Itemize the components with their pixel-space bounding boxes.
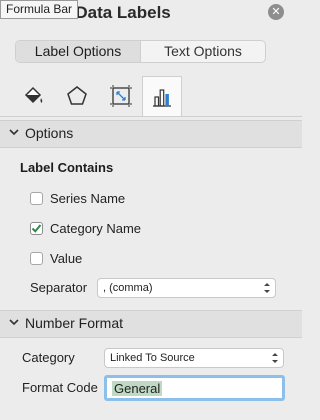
separator-value: , (comma) (103, 282, 153, 294)
checkbox-box-checked (30, 221, 43, 235)
format-code-value: General (112, 381, 163, 396)
series-name-checkbox[interactable]: Series Name (30, 189, 125, 207)
options-section-title: Options (25, 125, 74, 141)
label-options-tab[interactable]: Label Options (16, 41, 141, 62)
separator-select[interactable]: , (comma) (97, 278, 276, 298)
chevron-down-icon (9, 129, 19, 136)
category-label: Category (22, 350, 75, 365)
category-value: Linked To Source (110, 352, 195, 364)
size-properties-icon (110, 85, 132, 107)
label-contains-heading: Label Contains (20, 160, 114, 175)
tab-divider (0, 116, 302, 117)
size-properties-tab[interactable] (102, 77, 140, 115)
category-select[interactable]: Linked To Source (104, 348, 284, 368)
paint-bucket-icon (24, 86, 43, 104)
checkbox-box (30, 251, 43, 265)
options-segmented-control: Label Options Text Options (15, 40, 266, 63)
pentagon-icon (67, 86, 87, 105)
number-format-section-header[interactable]: Number Format (0, 310, 302, 338)
select-arrows-icon (272, 353, 278, 363)
category-name-label: Category Name (50, 220, 142, 236)
separator-label: Separator (30, 280, 88, 295)
effects-tab[interactable] (58, 77, 96, 115)
text-options-tab[interactable]: Text Options (141, 41, 265, 62)
checkbox-box (30, 191, 43, 205)
number-format-section-title: Number Format (25, 315, 124, 331)
select-arrows-icon (264, 283, 270, 293)
category-name-checkbox[interactable]: Category Name (30, 219, 141, 237)
value-checkbox[interactable]: Value (30, 249, 82, 267)
format-data-labels-panel: Formula Bar Format Data Labels ✕ Label O… (0, 0, 302, 420)
value-label: Value (50, 250, 83, 266)
series-name-label: Series Name (50, 190, 126, 206)
formula-bar-tooltip: Formula Bar (0, 0, 79, 19)
options-section-header[interactable]: Options (0, 120, 302, 148)
fill-line-tab[interactable] (14, 77, 52, 115)
chevron-down-icon (9, 319, 19, 326)
close-button[interactable]: ✕ (268, 4, 284, 20)
format-code-input[interactable]: General (104, 375, 285, 401)
checkmark-icon (31, 223, 42, 233)
label-options-chart-tab[interactable] (142, 76, 182, 116)
close-icon: ✕ (271, 6, 281, 18)
bar-chart-icon (153, 88, 171, 107)
icon-tab-bar (14, 76, 288, 116)
format-code-label: Format Code (22, 380, 98, 395)
